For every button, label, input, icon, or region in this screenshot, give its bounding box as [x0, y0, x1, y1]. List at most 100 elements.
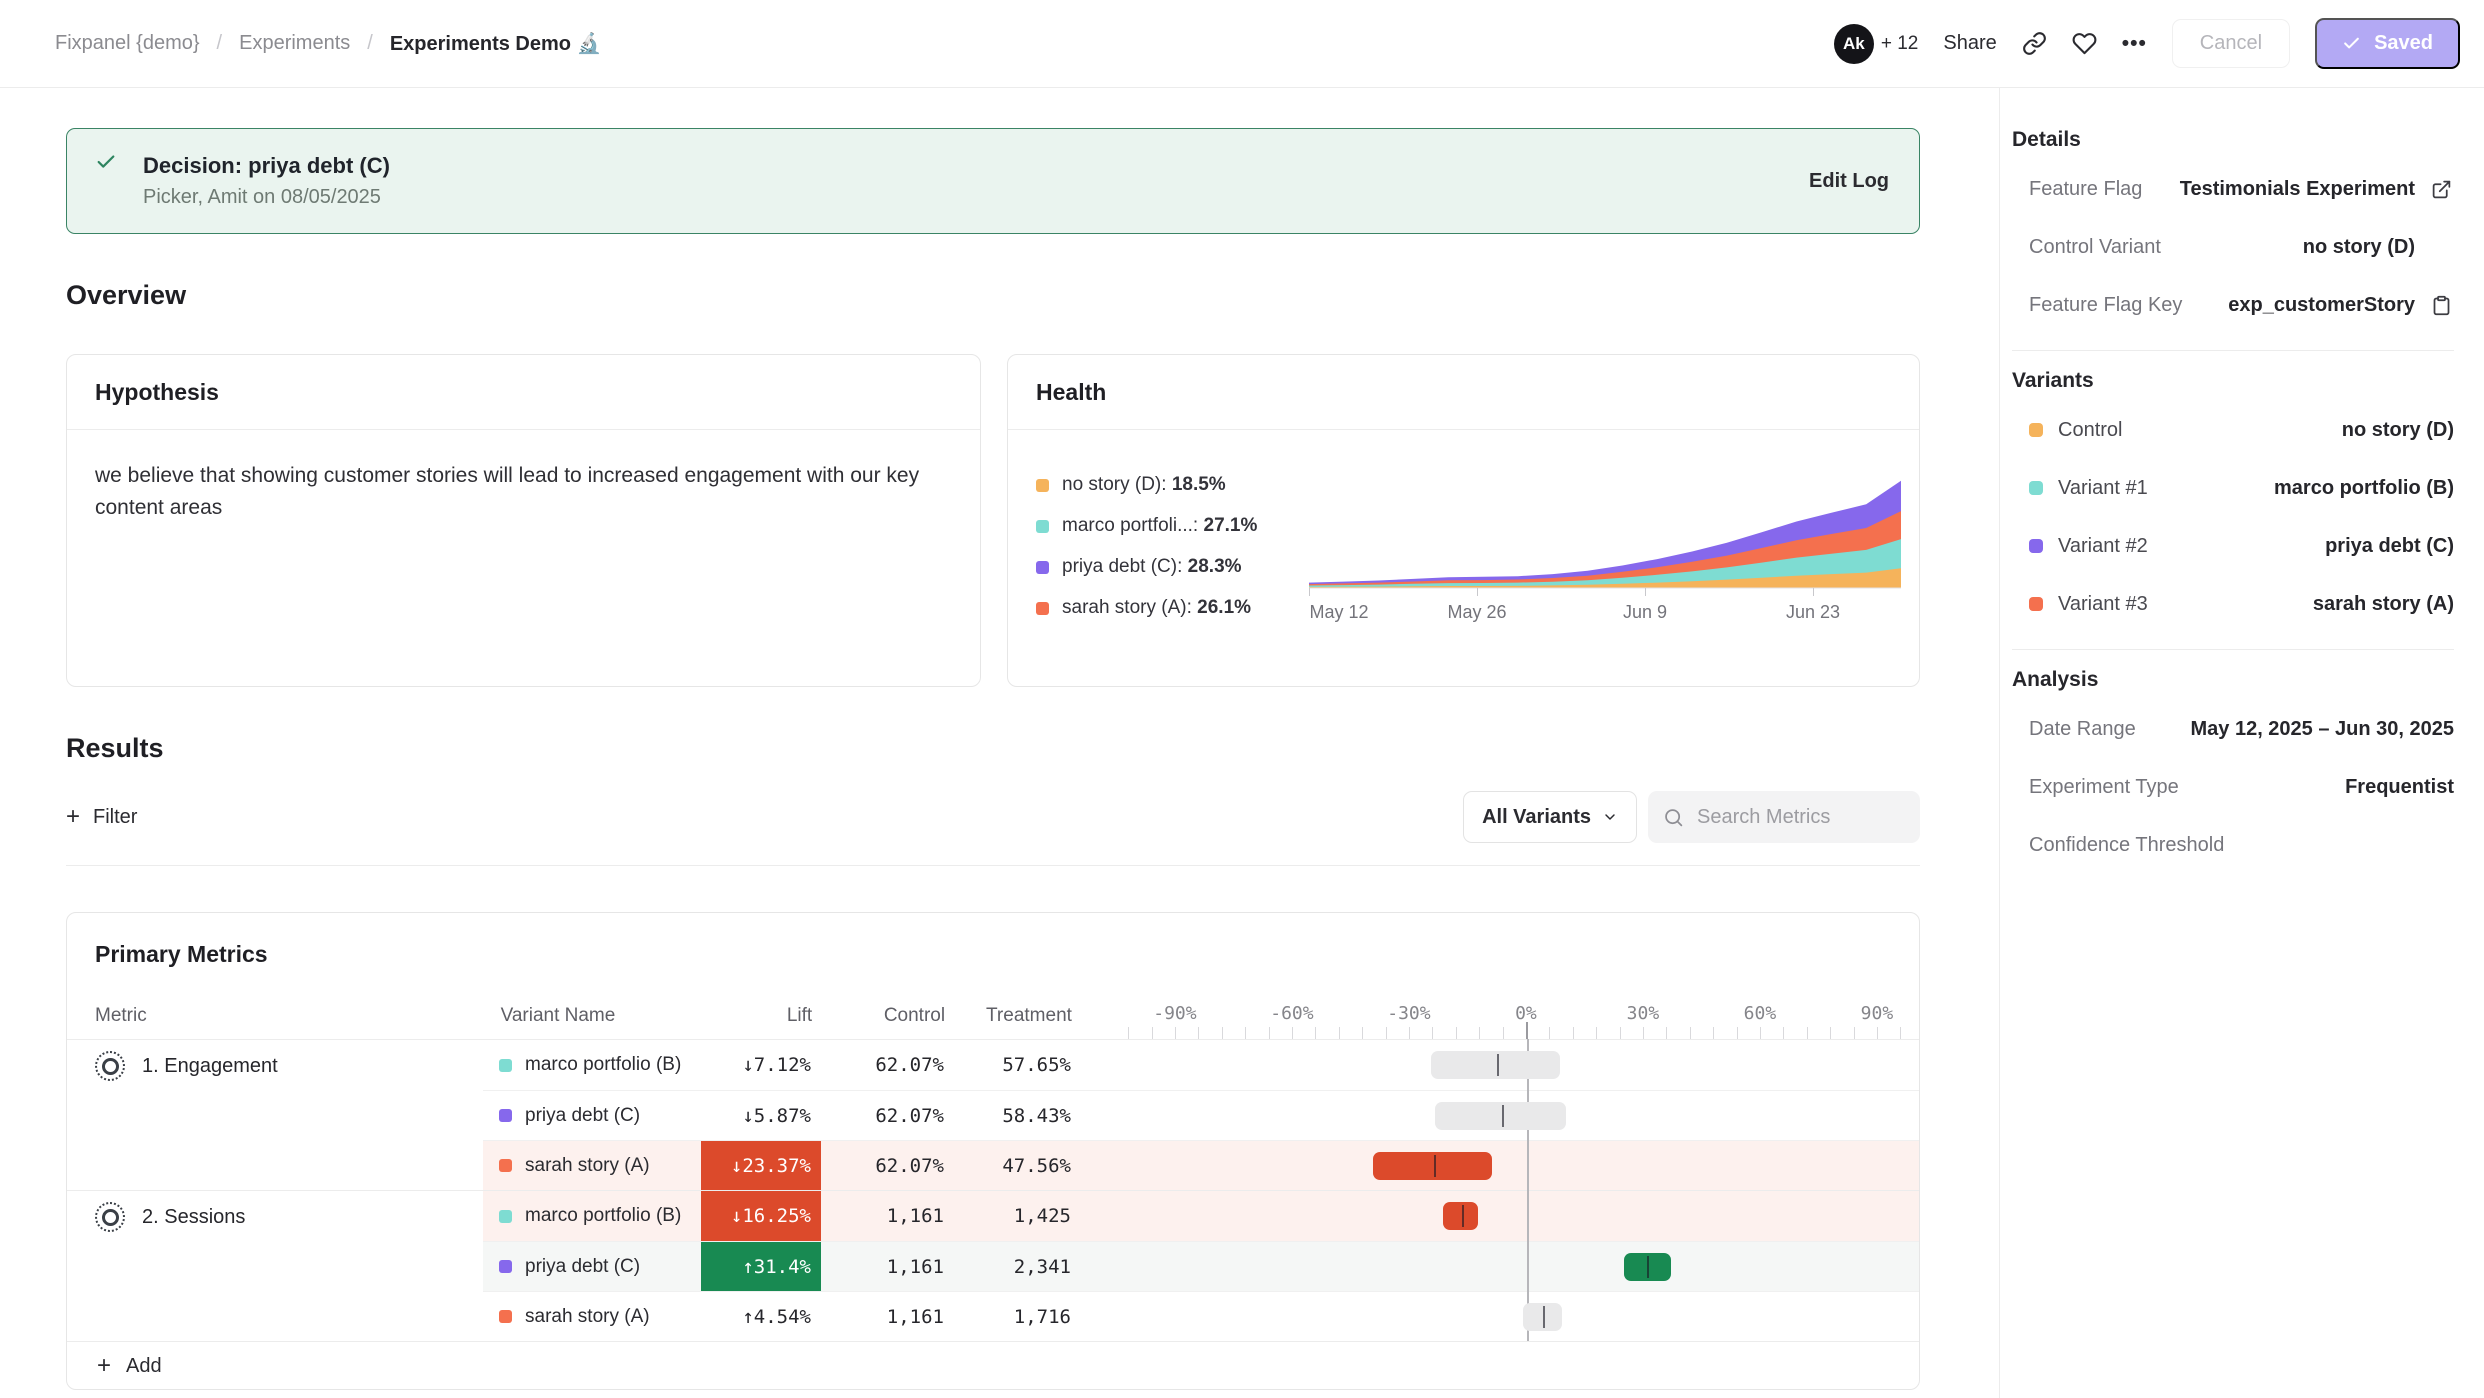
legend-swatch — [1036, 479, 1049, 492]
variant-slot-label: Variant #1 — [2058, 477, 2148, 500]
table-row[interactable]: marco portfolio (B)↓7.12%62.07%57.65% — [483, 1040, 1919, 1090]
health-title: Health — [1008, 355, 1919, 430]
overview-heading: Overview — [66, 280, 1920, 311]
analysis-label: Experiment Type — [2029, 776, 2179, 799]
search-metrics-box — [1648, 791, 1920, 843]
external-link-icon[interactable] — [2428, 179, 2454, 200]
saved-button[interactable]: Saved — [2315, 18, 2460, 69]
variant-filter-dropdown[interactable]: All Variants — [1463, 791, 1637, 843]
variant-row-0: Controlno story (D) — [2012, 401, 2454, 459]
hypothesis-body[interactable]: we believe that showing customer stories… — [67, 430, 980, 554]
more-options-icon[interactable]: ••• — [2122, 32, 2147, 56]
lift-value: ↓7.12% — [701, 1040, 821, 1090]
table-row[interactable]: priya debt (C)↓5.87%62.07%58.43% — [483, 1090, 1919, 1140]
table-row[interactable]: sarah story (A)↑4.54%1,1611,716 — [483, 1291, 1919, 1341]
copy-link-icon[interactable] — [2022, 31, 2047, 56]
col-treatment: Treatment — [947, 1005, 1072, 1027]
favorite-heart-icon[interactable] — [2072, 31, 2097, 56]
legend-swatch — [1036, 602, 1049, 615]
variants-section: Controlno story (D) Variant #1 marco portf… — [2012, 401, 2454, 633]
lift-text: ↓7.12% — [742, 1054, 811, 1076]
ci-cell — [1109, 1242, 1919, 1291]
variant-name: sarah story (A) — [525, 1155, 650, 1177]
decision-subtitle: Picker, Amit on 08/05/2025 — [143, 186, 390, 209]
details-row-2: Feature Flag Keyexp_customerStory — [2012, 276, 2454, 334]
toolbar-divider — [66, 865, 1920, 866]
zero-baseline — [1527, 1039, 1529, 1341]
variant-cell: marco portfolio (B) — [483, 1205, 701, 1227]
avatar[interactable]: Ak — [1834, 24, 1874, 64]
add-metric-label: Add — [126, 1355, 162, 1378]
col-variant-name: Variant Name — [485, 1005, 703, 1027]
plus-icon: + — [97, 1354, 111, 1378]
top-bar: Fixpanel {demo}/Experiments/Experiments … — [0, 0, 2484, 88]
axis-tick-label-6: 90% — [1861, 1003, 1894, 1024]
add-metric-button[interactable]: + Add — [67, 1341, 1919, 1390]
hypothesis-card: Hypothesis we believe that showing custo… — [66, 354, 981, 687]
ruler-tick — [1222, 1027, 1223, 1039]
variant-swatch — [499, 1260, 512, 1273]
share-button[interactable]: Share — [1943, 32, 1996, 55]
edit-log-button[interactable]: Edit Log — [1809, 170, 1889, 193]
cancel-button[interactable]: Cancel — [2172, 19, 2290, 68]
ci-marker — [1543, 1306, 1545, 1328]
metric-rows: marco portfolio (B)↓16.25%1,1611,425priy… — [483, 1191, 1919, 1341]
ruler-tick — [1315, 1027, 1316, 1039]
primary-metrics-card: Primary Metrics Metric Variant Name Lift… — [66, 912, 1920, 1390]
decision-banner: Decision: priya debt (C) Picker, Amit on… — [66, 128, 1920, 234]
confidence-interval-bar — [1431, 1051, 1560, 1079]
breadcrumb-item-1[interactable]: Experiments — [239, 32, 350, 55]
search-metrics-input[interactable] — [1695, 805, 1905, 830]
variant-row-1: Variant #1 marco portfolio (B) — [2012, 459, 2454, 517]
control-value: 1,161 — [821, 1306, 946, 1328]
ci-marker — [1434, 1155, 1436, 1177]
metric-name: 1. Engagement — [142, 1055, 278, 1078]
legend-item-1[interactable]: marco portfoli...: 27.1% — [1036, 515, 1298, 537]
variant-color-swatch — [2029, 539, 2043, 553]
breadcrumb-item-0[interactable]: Fixpanel {demo} — [55, 32, 200, 55]
add-filter-button[interactable]: + Filter — [66, 805, 137, 829]
sidebar-divider — [2012, 350, 2454, 351]
ruler-tick — [1386, 1027, 1387, 1039]
variant-row-3: Variant #3sarah story (A) — [2012, 575, 2454, 633]
lift-value: ↓5.87% — [701, 1091, 821, 1140]
metric-group-1: 2. Sessionsmarco portfolio (B)↓16.25%1,1… — [67, 1190, 1919, 1341]
variant-cell: priya debt (C) — [483, 1105, 701, 1127]
detail-value[interactable]: Testimonials Experiment — [2180, 178, 2415, 201]
metric-icon — [95, 1051, 125, 1081]
details-row-0: Feature FlagTestimonials Experiment — [2012, 160, 2454, 218]
variant-value: marco portfolio (B) — [2274, 477, 2454, 500]
analysis-row-0: Date RangeMay 12, 2025 – Jun 30, 2025 — [2012, 700, 2454, 758]
ruler-tick — [1198, 1027, 1199, 1039]
health-chart[interactable]: May 12May 26Jun 9Jun 23 — [1309, 448, 1901, 624]
variant-color-swatch — [2029, 423, 2043, 437]
variant-name: priya debt (C) — [525, 1105, 640, 1127]
table-row[interactable]: sarah story (A)↓23.37%62.07%47.56% — [483, 1140, 1919, 1190]
metric-cell[interactable]: 1. Engagement — [67, 1040, 483, 1190]
variant-swatch — [499, 1059, 512, 1072]
results-toolbar: + Filter All Variants — [66, 791, 1920, 843]
variant-slot-label: Variant #3 — [2058, 593, 2148, 616]
chevron-down-icon — [1602, 809, 1618, 825]
ruler-tick — [1620, 1027, 1621, 1039]
search-icon — [1663, 807, 1684, 828]
ci-marker — [1462, 1205, 1464, 1227]
legend-item-2[interactable]: priya debt (C): 28.3% — [1036, 556, 1298, 578]
analysis-value: May 12, 2025 – Jun 30, 2025 — [2190, 718, 2454, 741]
details-heading: Details — [2012, 128, 2454, 152]
legend-item-3[interactable]: sarah story (A): 26.1% — [1036, 597, 1298, 619]
legend-item-0[interactable]: no story (D): 18.5% — [1036, 474, 1298, 496]
hypothesis-title: Hypothesis — [67, 355, 980, 430]
axis-tick-label-3: 0% — [1515, 1003, 1537, 1024]
table-row[interactable]: marco portfolio (B)↓16.25%1,1611,425 — [483, 1191, 1919, 1241]
confidence-interval-bar — [1373, 1152, 1492, 1180]
copy-icon[interactable] — [2428, 295, 2454, 316]
ruler-tick — [1854, 1027, 1855, 1039]
variant-color-swatch — [2029, 597, 2043, 611]
ci-cell — [1109, 1040, 1919, 1090]
table-row[interactable]: priya debt (C)↑31.4%1,1612,341 — [483, 1241, 1919, 1291]
ruler-tick — [1760, 1027, 1761, 1039]
ruler-tick — [1877, 1027, 1878, 1039]
health-legend: no story (D): 18.5% marco portfoli...: 27… — [1036, 448, 1298, 624]
metric-cell[interactable]: 2. Sessions — [67, 1191, 483, 1341]
